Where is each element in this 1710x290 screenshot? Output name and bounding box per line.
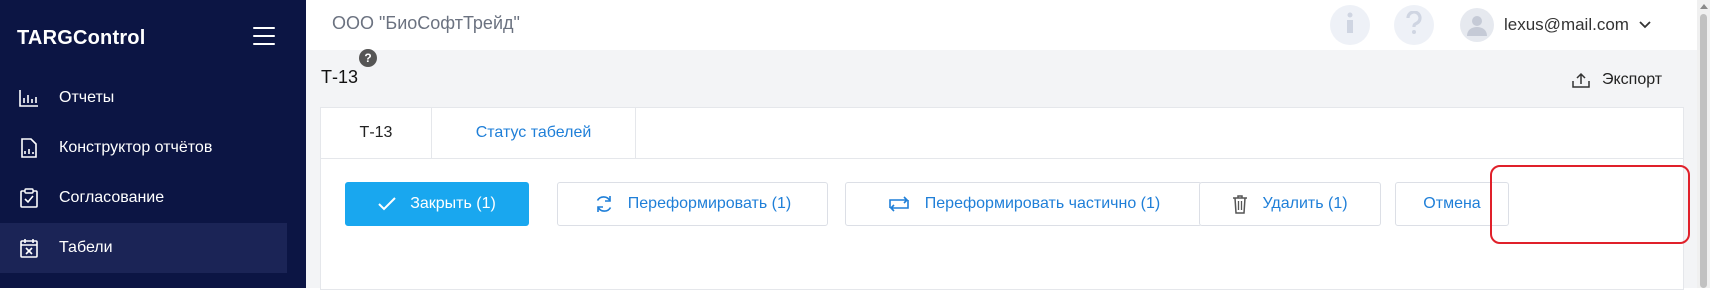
question-icon [1406,9,1422,40]
menu-toggle-button[interactable] [253,27,275,47]
clipboard-check-icon [18,187,40,209]
content-card: Т-13 Статус табелей Закрыть (1) Переформ… [320,107,1684,290]
sidebar-item-report-builder[interactable]: Конструктор отчётов [0,123,287,173]
company-name: ООО "БиоСофтТрейд" [332,13,520,33]
scroll-up-arrow-icon[interactable] [1700,4,1708,9]
sidebar-item-label: Согласование [59,189,165,206]
tab-bar: Т-13 Статус табелей [321,108,1683,159]
export-label: Экспорт [1602,71,1663,88]
sidebar-item-label: Отчеты [59,89,115,106]
reform-partial-button[interactable]: Переформировать частично (1) [845,182,1202,226]
check-icon [378,197,396,211]
close-button[interactable]: Закрыть (1) [345,182,529,226]
topbar: ООО "БиоСофтТрейд" lexus@mail.com [306,0,1697,50]
cancel-button[interactable]: Отмена [1395,182,1509,226]
help-badge[interactable]: ? [359,49,377,67]
page-title: Т-13 [321,67,359,87]
export-button[interactable]: Экспорт [1572,71,1662,89]
sidebar-item-approval[interactable]: Согласование [0,173,287,223]
sidebar-item-reports[interactable]: Отчеты [0,73,287,123]
user-menu[interactable]: lexus@mail.com [1460,3,1651,47]
delete-button[interactable]: Удалить (1) [1199,182,1381,226]
chart-icon [18,87,40,109]
calendar-x-icon [18,237,40,259]
help-button[interactable] [1394,5,1434,45]
scrollbar[interactable] [1697,0,1710,288]
user-email: lexus@mail.com [1504,15,1629,34]
sidebar-item-timesheets[interactable]: Табели [0,223,287,273]
reform-label: Переформировать (1) [627,195,792,212]
app-logo: TARGControl [17,27,146,49]
sidebar-item-label: Конструктор отчётов [59,139,213,156]
reform-partial-label: Переформировать частично (1) [924,195,1161,212]
refresh-icon [596,196,611,212]
tab-timesheet-status[interactable]: Статус табелей [432,108,636,158]
close-label: Закрыть (1) [410,195,496,212]
info-button[interactable] [1330,5,1370,45]
reform-button[interactable]: Переформировать (1) [557,182,828,226]
report-file-icon [18,137,40,159]
sidebar: TARGControl Отчеты Конструктор отчётов С… [0,0,306,288]
info-icon [1344,12,1356,39]
swap-icon [888,196,909,212]
main-area: ООО "БиоСофтТрейд" lexus@mail.com Т-13 ?… [306,0,1697,290]
tab-t13[interactable]: Т-13 [321,108,432,158]
trash-icon [1233,195,1248,214]
avatar [1460,8,1494,42]
delete-label: Удалить (1) [1262,195,1348,212]
sidebar-nav: Отчеты Конструктор отчётов Согласование … [0,73,287,273]
export-icon [1572,72,1590,88]
sidebar-item-label: Табели [59,239,113,256]
chevron-down-icon [1639,16,1651,34]
scrollbar-thumb[interactable] [1700,14,1707,288]
